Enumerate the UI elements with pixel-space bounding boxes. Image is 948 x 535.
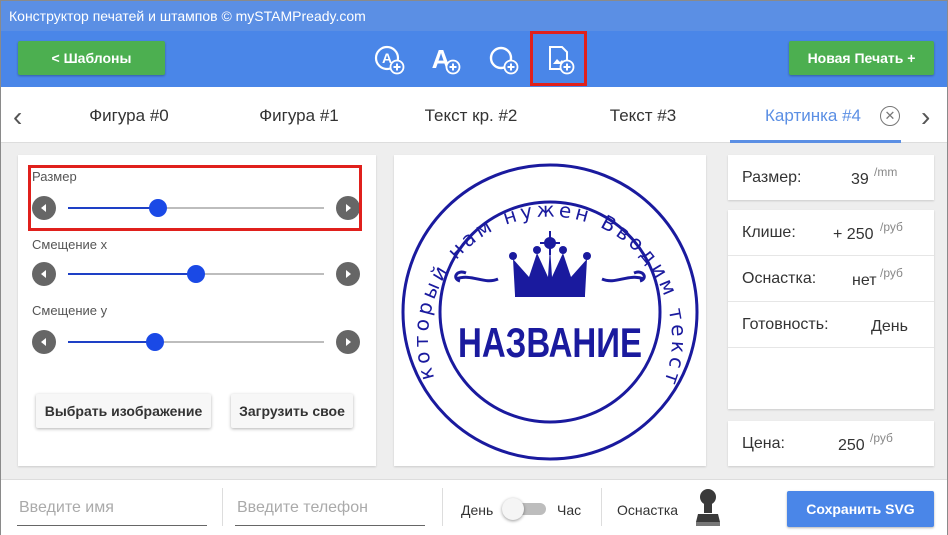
tabs-next-arrow-icon[interactable]: › bbox=[921, 101, 930, 133]
order-bar: Введите имя Введите телефон День Час Осн… bbox=[1, 479, 947, 535]
price-info-card: Цена: 250 /руб bbox=[728, 421, 934, 466]
equipment-label: Оснастка: bbox=[742, 270, 817, 287]
phone-input[interactable]: Введите телефон bbox=[235, 494, 425, 526]
image-settings-panel: Размер Смещение x Смещение y Выбрать изо… bbox=[18, 155, 376, 466]
size-info-card: Размер: 39 /mm bbox=[728, 155, 934, 200]
offset-y-slider-fill bbox=[68, 341, 156, 343]
tab-image-4[interactable]: Картинка #4 bbox=[730, 87, 901, 143]
urgency-toggle[interactable] bbox=[502, 498, 546, 520]
price-label: Цена: bbox=[742, 435, 785, 452]
divider bbox=[222, 488, 223, 526]
offset-x-slider-track[interactable] bbox=[68, 265, 324, 283]
new-stamp-button[interactable]: Новая Печать + bbox=[789, 41, 934, 75]
offset-x-decrease-icon[interactable] bbox=[32, 262, 56, 286]
select-image-button[interactable]: Выбрать изображение bbox=[36, 394, 211, 428]
tab-figure-0[interactable]: Фигура #0 bbox=[59, 87, 199, 143]
stamp-center-text: НАЗВАНИЕ bbox=[458, 319, 642, 366]
offset-x-label: Смещение x bbox=[32, 237, 108, 252]
add-text-icon[interactable]: A bbox=[427, 41, 463, 77]
tab-bar: ‹ Фигура #0 Фигура #1 Текст кр. #2 Текст… bbox=[1, 87, 947, 143]
templates-button[interactable]: < Шаблоны bbox=[18, 41, 165, 75]
offset-x-slider-fill bbox=[68, 273, 196, 275]
tab-image-4-label: Картинка #4 bbox=[765, 106, 862, 125]
cliche-label: Клише: bbox=[742, 224, 796, 241]
toggle-day-label: День bbox=[461, 502, 494, 518]
size-info-label: Размер: bbox=[742, 169, 802, 186]
add-image-highlight bbox=[530, 31, 587, 86]
window-title: Конструктор печатей и штампов © mySTAMPr… bbox=[1, 1, 947, 31]
offset-x-increase-icon[interactable] bbox=[336, 262, 360, 286]
tab-text-3[interactable]: Текст #3 bbox=[573, 87, 713, 143]
equipment-unit: /руб bbox=[880, 266, 903, 280]
crown-icon bbox=[509, 231, 591, 297]
equipment-option-label: Оснастка bbox=[617, 502, 679, 518]
stamp-preview-panel: который нам нужен Вводим текст по кругу … bbox=[386, 136, 706, 466]
right-swirl-icon bbox=[601, 270, 646, 283]
upload-image-button[interactable]: Загрузить свое bbox=[231, 394, 353, 428]
size-info-value: 39 bbox=[851, 171, 869, 188]
offset-x-slider[interactable] bbox=[32, 262, 360, 288]
price-unit: /руб bbox=[870, 431, 893, 445]
offset-y-decrease-icon[interactable] bbox=[32, 330, 56, 354]
equipment-value: нет bbox=[852, 272, 877, 289]
offset-y-increase-icon[interactable] bbox=[336, 330, 360, 354]
divider bbox=[601, 488, 602, 526]
offset-x-slider-thumb[interactable] bbox=[187, 265, 205, 283]
offset-y-slider[interactable] bbox=[32, 330, 360, 356]
toggle-hour-label: Час bbox=[557, 502, 582, 518]
cliche-value: + 250 bbox=[833, 226, 874, 243]
tab-figure-1[interactable]: Фигура #1 bbox=[229, 87, 369, 143]
tabs-prev-arrow-icon[interactable]: ‹ bbox=[13, 101, 22, 133]
cost-info-card: Клише: + 250 /руб Оснастка: нет /руб Гот… bbox=[728, 210, 934, 409]
add-circle-shape-icon[interactable] bbox=[485, 41, 521, 77]
offset-y-slider-thumb[interactable] bbox=[146, 333, 165, 351]
add-circle-text-icon[interactable]: A bbox=[371, 41, 407, 77]
readiness-value: День bbox=[871, 318, 908, 335]
name-input[interactable]: Введите имя bbox=[17, 494, 207, 526]
toolbar: < Шаблоны A A Новая Печать + bbox=[1, 31, 947, 87]
left-swirl-icon bbox=[454, 270, 499, 283]
size-info-unit: /mm bbox=[874, 165, 898, 179]
divider bbox=[442, 488, 443, 526]
stamp-handle-icon[interactable] bbox=[693, 488, 723, 535]
size-slider-highlight bbox=[28, 165, 362, 231]
stamp-preview[interactable]: который нам нужен Вводим текст по кругу … bbox=[386, 136, 706, 466]
offset-y-slider-track[interactable] bbox=[68, 333, 324, 351]
tab-circle-text-2[interactable]: Текст кр. #2 bbox=[401, 87, 541, 143]
cliche-unit: /руб bbox=[880, 220, 903, 234]
save-svg-button[interactable]: Сохранить SVG bbox=[787, 491, 934, 527]
tab-close-icon[interactable]: ✕ bbox=[880, 106, 900, 126]
price-value: 250 bbox=[838, 437, 865, 454]
offset-y-label: Смещение y bbox=[32, 303, 108, 318]
readiness-label: Готовность: bbox=[742, 316, 829, 333]
